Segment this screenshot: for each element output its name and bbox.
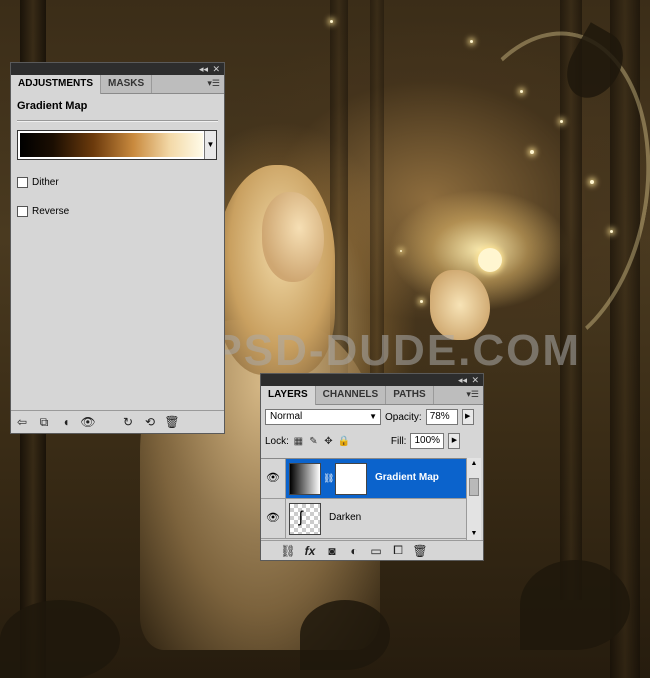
trash-icon[interactable]: 🗑 [161, 413, 183, 431]
fill-input[interactable]: 100% [410, 433, 445, 449]
gradient-picker[interactable]: ▼ [17, 130, 217, 160]
tab-paths[interactable]: PATHS [386, 386, 434, 404]
foliage [300, 600, 390, 670]
adjustments-bottom-toolbar: ⇦ ⧉ ◖ 👁 ↻ ⟲ 🗑 [11, 410, 224, 433]
opacity-input[interactable]: 78% [425, 409, 458, 425]
layer-name: Darken [329, 512, 362, 523]
layer-list: 👁 ⛓ Gradient Map 👁 ʃ Darken [261, 458, 469, 541]
reset-icon[interactable]: ⟲ [139, 413, 161, 431]
tab-channels[interactable]: CHANNELS [316, 386, 387, 404]
sparkle [610, 230, 613, 233]
layer-row-darken[interactable]: 👁 ʃ Darken [261, 499, 469, 539]
lock-transparency-icon[interactable]: ▦ [293, 436, 304, 447]
scroll-up-icon[interactable]: ▲ [467, 458, 481, 470]
opacity-slider-button[interactable]: ▶ [461, 409, 474, 425]
figure-face [262, 192, 324, 282]
adjustments-panel: ◂◂ ✕ ADJUSTMENTS MASKS ▾☰ Gradient Map ▼… [10, 62, 225, 434]
adjustment-thumbnail[interactable] [289, 463, 321, 495]
panel-titlebar[interactable]: ◂◂ ✕ [11, 63, 224, 75]
return-arrow-icon[interactable]: ⇦ [11, 413, 33, 431]
close-icon[interactable]: ✕ [212, 63, 220, 75]
lock-label: Lock: [265, 435, 289, 447]
scroll-down-icon[interactable]: ▼ [467, 528, 481, 540]
panel-titlebar[interactable]: ◂◂ ✕ [261, 374, 483, 386]
fx-icon[interactable]: fx [299, 542, 321, 560]
lock-pixels-icon[interactable]: ✎ [308, 436, 319, 447]
scroll-thumb[interactable] [469, 478, 479, 496]
sparkle [560, 120, 563, 123]
brush-stroke-icon: ʃ [299, 509, 303, 526]
sparkle [530, 150, 534, 154]
sparkle [330, 20, 333, 23]
reverse-checkbox[interactable] [17, 206, 28, 217]
lock-row: Lock: ▦ ✎ ✥ 🔒 Fill: 100% ▶ [261, 429, 483, 453]
lock-all-icon[interactable]: 🔒 [338, 436, 350, 447]
mask-thumbnail[interactable] [335, 463, 367, 495]
chevron-down-icon: ▼ [369, 412, 377, 421]
opacity-label: Opacity: [385, 411, 422, 423]
collapse-icon[interactable]: ◂◂ [458, 374, 467, 386]
reverse-label: Reverse [32, 206, 70, 217]
tab-adjustments[interactable]: ADJUSTMENTS [11, 75, 102, 94]
reverse-row[interactable]: Reverse [17, 206, 69, 217]
eye-icon[interactable]: 👁 [265, 511, 281, 525]
view-previous-icon[interactable]: ↻ [117, 413, 139, 431]
adjustments-tabs: ADJUSTMENTS MASKS ▾☰ [11, 75, 224, 94]
lock-position-icon[interactable]: ✥ [323, 436, 334, 447]
blend-mode-value: Normal [270, 411, 303, 422]
sparkle [420, 300, 423, 303]
blend-row: Normal ▼ Opacity: 78% ▶ [261, 405, 483, 429]
mask-visibility-icon[interactable]: ◖ [55, 413, 77, 431]
fill-label: Fill: [390, 435, 407, 447]
layers-bottom-toolbar: ⛓ fx ◙ ◐ ▭ ⧠ 🗑 [261, 540, 483, 560]
blend-mode-select[interactable]: Normal ▼ [265, 409, 381, 425]
new-adjustment-icon[interactable]: ◐ [343, 542, 365, 560]
tab-layers[interactable]: LAYERS [261, 386, 316, 405]
gradient-dropdown-button[interactable]: ▼ [204, 131, 216, 159]
layer-thumbnail[interactable]: ʃ [289, 503, 321, 535]
fill-slider-button[interactable]: ▶ [448, 433, 461, 449]
layers-panel: ◂◂ ✕ LAYERS CHANNELS PATHS ▾☰ Normal ▼ O… [260, 373, 484, 561]
sparkle [590, 180, 594, 184]
sparkle [520, 90, 523, 93]
layers-scrollbar[interactable]: ▲ ▼ [466, 458, 481, 540]
add-mask-icon[interactable]: ◙ [321, 542, 343, 560]
foliage [520, 560, 630, 650]
dither-row[interactable]: Dither [17, 177, 59, 188]
layer-name: Gradient Map [375, 472, 439, 483]
new-group-icon[interactable]: ▭ [365, 542, 387, 560]
light-orb [478, 248, 502, 272]
link-icon[interactable]: ⛓ [277, 542, 299, 560]
layer-row-gradient-map[interactable]: 👁 ⛓ Gradient Map [261, 459, 469, 499]
new-layer-icon[interactable]: ⧠ [387, 542, 409, 560]
panel-menu-icon[interactable]: ▾☰ [466, 389, 479, 400]
adjustment-title: Gradient Map [17, 100, 88, 112]
divider [17, 120, 218, 122]
tab-masks[interactable]: MASKS [101, 75, 153, 93]
dither-checkbox[interactable] [17, 177, 28, 188]
clip-layer-icon[interactable]: ⧉ [33, 413, 55, 431]
collapse-icon[interactable]: ◂◂ [199, 63, 208, 75]
eye-icon[interactable]: 👁 [77, 413, 99, 431]
sparkle [470, 40, 473, 43]
chain-icon[interactable]: ⛓ [323, 473, 334, 484]
eye-icon[interactable]: 👁 [265, 471, 281, 485]
layers-tabs: LAYERS CHANNELS PATHS ▾☰ [261, 386, 483, 405]
panel-menu-icon[interactable]: ▾☰ [207, 78, 220, 89]
visibility-column: 👁 [261, 499, 286, 538]
dither-label: Dither [32, 177, 59, 188]
gradient-preview[interactable] [20, 133, 203, 157]
close-icon[interactable]: ✕ [471, 374, 479, 386]
trash-icon[interactable]: 🗑 [409, 542, 431, 560]
foliage [0, 600, 120, 678]
sparkle [400, 250, 402, 252]
visibility-column: 👁 [261, 459, 286, 498]
